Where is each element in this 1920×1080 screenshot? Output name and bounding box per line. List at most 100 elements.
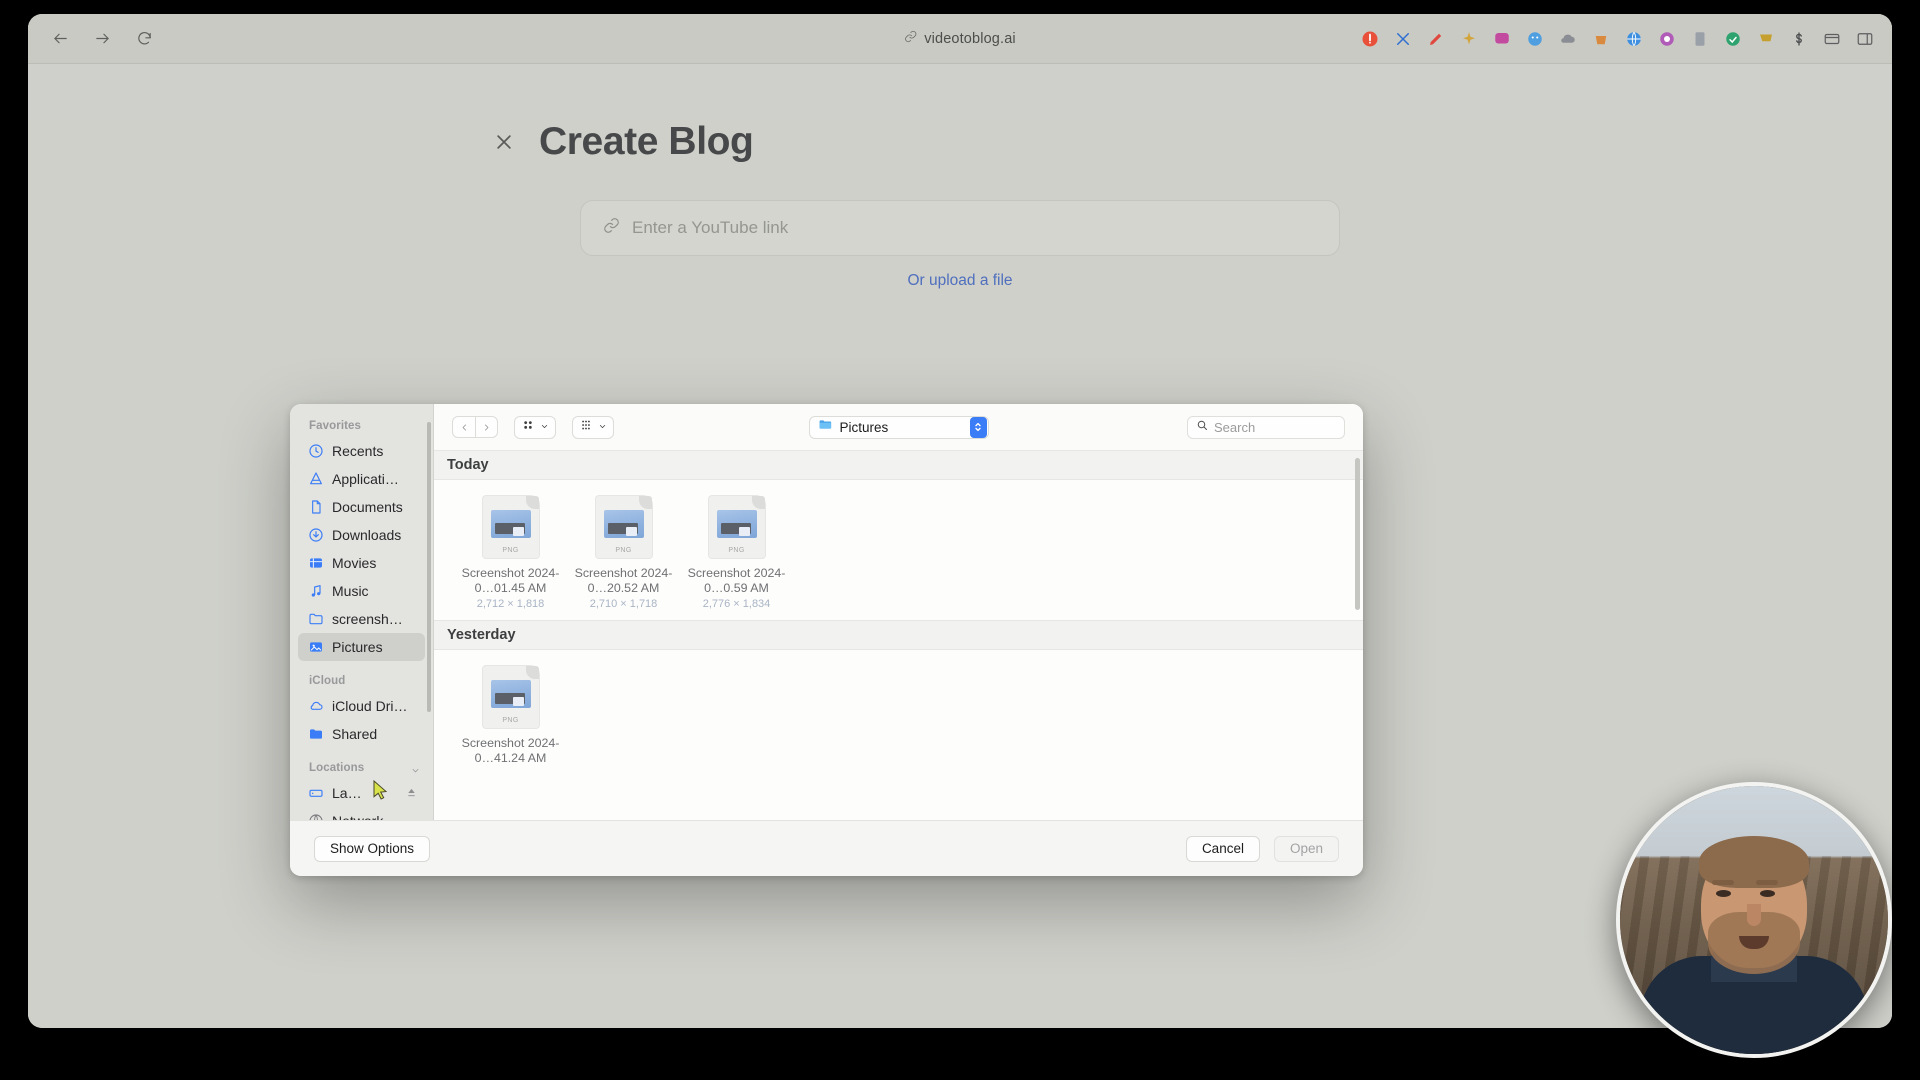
sidebar-item-laptop-drive[interactable]: La… [298, 779, 425, 807]
file-name: Screenshot 2024-0…01.45 AM [461, 566, 560, 595]
gallery-view-icon [579, 418, 593, 437]
folder-icon [307, 611, 324, 628]
file-list-scrollbar[interactable] [1355, 458, 1360, 610]
shield-icon[interactable] [1360, 29, 1379, 48]
card-icon[interactable] [1822, 29, 1841, 48]
sidebar-item-label: Downloads [332, 527, 402, 543]
pen-icon[interactable] [1426, 29, 1445, 48]
download-icon [307, 527, 324, 544]
path-popup-button[interactable]: Pictures [808, 415, 989, 439]
dollar-icon[interactable] [1789, 29, 1808, 48]
mouse-cursor [373, 779, 389, 800]
file-row-today: PNG Screenshot 2024-0…01.45 AM 2,712 × 1… [434, 480, 1363, 620]
address-bar[interactable]: videotoblog.ai [904, 26, 1016, 52]
group-header-today: Today [434, 450, 1363, 480]
file-kind-label: PNG [728, 547, 745, 554]
sidebar-item-applications[interactable]: Applicati… [298, 465, 425, 493]
dialog-toolbar: Pictures Search [434, 404, 1363, 450]
back-chevron-icon[interactable] [453, 417, 475, 437]
network-icon [307, 813, 324, 820]
webcam-overlay [1616, 782, 1892, 1058]
png-file-icon: PNG [708, 496, 765, 558]
sidebar-item-label: Network [332, 813, 383, 820]
music-icon [307, 583, 324, 600]
chat-icon[interactable] [1492, 29, 1511, 48]
file-item[interactable]: PNG Screenshot 2024-0…01.45 AM 2,712 × 1… [454, 496, 567, 610]
page-header: Create Blog [491, 120, 1892, 164]
forward-arrow-icon[interactable] [92, 29, 112, 49]
search-input[interactable]: Search [1187, 415, 1345, 439]
shared-folder-icon [307, 726, 324, 743]
globe-icon[interactable] [1624, 29, 1643, 48]
open-button[interactable]: Open [1273, 835, 1339, 862]
icon-view-icon [521, 418, 535, 437]
locations-header-label: Locations [309, 762, 365, 774]
webcam-person-brow-right [1756, 880, 1778, 885]
sidebar-item-movies[interactable]: Movies [298, 549, 425, 577]
sidebar-item-label: Movies [332, 555, 377, 571]
footer-right-buttons: Cancel Open [1185, 835, 1339, 862]
show-options-button[interactable]: Show Options [314, 835, 431, 862]
doc-icon[interactable] [1690, 29, 1709, 48]
sidebar-item-label: Pictures [332, 639, 383, 655]
nav-segmented-control [452, 416, 498, 438]
sidebar-item-label: Applicati… [332, 471, 399, 487]
gallery-view-button[interactable] [572, 415, 614, 439]
dialog-footer: Show Options Cancel Open [290, 820, 1363, 876]
chevron-down-icon [540, 418, 549, 436]
sparkle-icon[interactable] [1459, 29, 1478, 48]
sidebar-item-documents[interactable]: Documents [298, 493, 425, 521]
file-item[interactable]: PNG Screenshot 2024-0…41.24 AM [454, 666, 567, 768]
cart-icon[interactable] [1756, 29, 1775, 48]
reload-icon[interactable] [134, 29, 154, 49]
smiley-icon[interactable] [1525, 29, 1544, 48]
youtube-link-input[interactable]: Enter a YouTube link [580, 200, 1340, 256]
chevron-down-icon[interactable] [410, 765, 421, 779]
png-file-icon: PNG [482, 666, 539, 728]
sidebar-item-label: La… [332, 785, 362, 801]
forward-chevron-icon[interactable] [475, 417, 497, 437]
sidebar-item-pictures[interactable]: Pictures [298, 633, 425, 661]
file-name: Screenshot 2024-0…0.59 AM [687, 566, 786, 595]
sidebar-item-screenshots[interactable]: screensh… [298, 605, 425, 633]
target-icon[interactable] [1657, 29, 1676, 48]
pictures-icon [307, 639, 324, 656]
sidebar-item-downloads[interactable]: Downloads [298, 521, 425, 549]
upload-file-link[interactable]: Or upload a file [580, 272, 1340, 290]
file-item[interactable]: PNG Screenshot 2024-0…20.52 AM 2,710 × 1… [567, 496, 680, 610]
cloud-icon[interactable] [1558, 29, 1577, 48]
path-stepper-icon[interactable] [969, 416, 987, 438]
eject-icon[interactable] [406, 785, 417, 801]
file-item[interactable]: PNG Screenshot 2024-0…0.59 AM 2,776 × 1,… [680, 496, 793, 610]
dialog-main-pane: Pictures Search Today PNG Screenshot 202… [434, 404, 1363, 820]
grammar-icon[interactable] [1723, 29, 1742, 48]
sidebar-item-icloud-drive[interactable]: iCloud Dri… [298, 692, 425, 720]
group-header-yesterday: Yesterday [434, 620, 1363, 650]
back-arrow-icon[interactable] [50, 29, 70, 49]
puzzle-icon[interactable] [1393, 29, 1412, 48]
sidebar-section-favorites-header: Favorites [309, 420, 362, 432]
sidebar-scrollbar[interactable] [427, 422, 431, 712]
sidebar-item-recents[interactable]: Recents [298, 437, 425, 465]
close-icon[interactable] [491, 129, 517, 155]
page-title: Create Blog [539, 120, 754, 163]
extensions-group [1360, 29, 1874, 48]
sidebar-item-network[interactable]: Network [298, 807, 425, 820]
png-file-icon: PNG [482, 496, 539, 558]
link-icon [904, 30, 917, 48]
icon-view-button[interactable] [514, 415, 556, 439]
bucket-icon[interactable] [1591, 29, 1610, 48]
sidebar-section-locations-header: Locations [290, 762, 433, 779]
sidebar-item-shared[interactable]: Shared [298, 720, 425, 748]
search-icon [1196, 418, 1208, 436]
file-kind-label: PNG [615, 547, 632, 554]
file-kind-label: PNG [502, 547, 519, 554]
cancel-button[interactable]: Cancel [1185, 835, 1260, 862]
webcam-person-eye-left [1716, 890, 1731, 897]
sidebar-toggle-icon[interactable] [1855, 29, 1874, 48]
url-text: videotoblog.ai [924, 30, 1016, 47]
sidebar-item-music[interactable]: Music [298, 577, 425, 605]
browser-nav-group [50, 29, 154, 49]
file-name: Screenshot 2024-0…41.24 AM [461, 736, 560, 765]
